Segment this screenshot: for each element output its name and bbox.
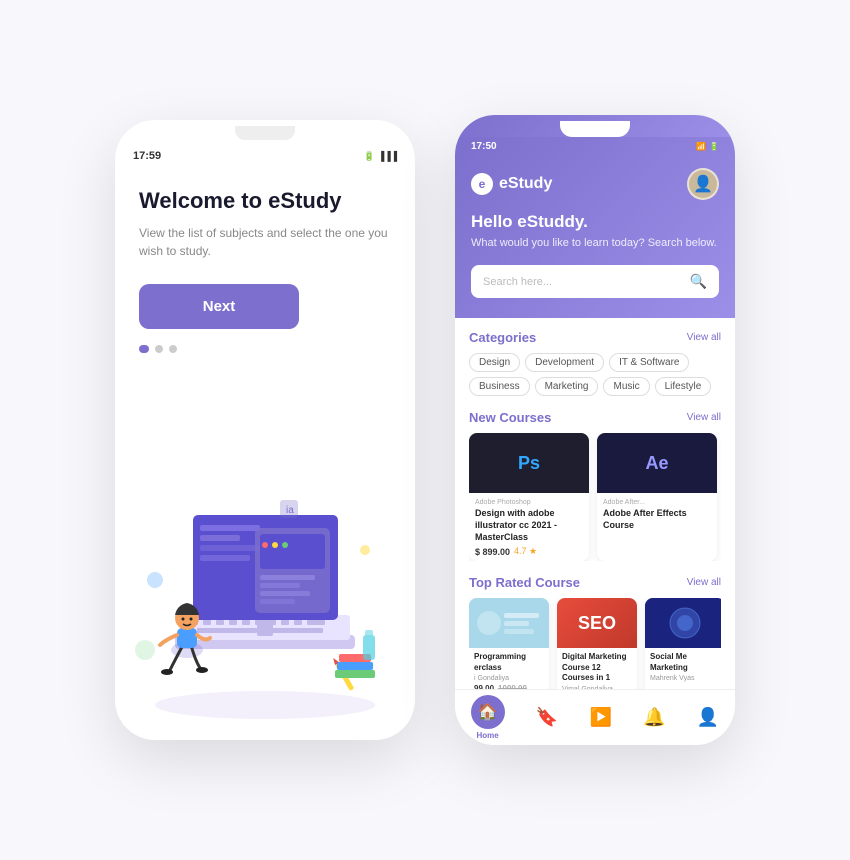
home-icon: 🏠 — [471, 695, 505, 729]
chip-it[interactable]: IT & Software — [609, 353, 689, 372]
welcome-subtitle: View the list of subjects and select the… — [139, 224, 391, 260]
p2-battery-icon: 🔋 — [709, 142, 719, 151]
nav-bookmark[interactable]: 🔖 — [536, 707, 558, 728]
greeting-text: Hello eStuddy. — [471, 212, 719, 232]
course-card-ae[interactable]: Ae Adobe After... Adobe After Effects Co… — [597, 433, 717, 561]
phone-estudy: 17:50 📶 🔋 e eStudy 👤 Hello eStuddy. What… — [455, 115, 735, 745]
video-icon: ▶️ — [590, 707, 612, 728]
top-rated-title: Top Rated Course — [469, 575, 580, 590]
new-courses-header: New Courses View all — [469, 410, 721, 425]
ps-icon: Ps — [518, 453, 540, 474]
bell-icon: 🔔 — [643, 707, 665, 728]
search-placeholder: Search here... — [483, 276, 552, 288]
subgreeting-text: What would you like to learn today? Sear… — [471, 236, 719, 251]
p2-status-icons: 📶 🔋 — [696, 142, 719, 151]
pagination-dots — [139, 345, 391, 353]
prog-author: i Gondaliya — [474, 675, 544, 682]
category-chips: Design Development IT & Software Busines… — [469, 353, 721, 396]
p2-notch — [560, 121, 630, 137]
profile-icon: 👤 — [697, 707, 719, 728]
nav-video[interactable]: ▶️ — [590, 707, 612, 728]
chip-development[interactable]: Development — [525, 353, 604, 372]
nav-bell[interactable]: 🔔 — [643, 707, 665, 728]
categories-title: Categories — [469, 330, 536, 345]
time-1: 17:59 — [133, 150, 161, 162]
status-bar-1: 17:59 🔋 ▐▐▐ — [115, 140, 415, 168]
top-rated-view-all[interactable]: View all — [687, 577, 721, 588]
svg-text:ia: ia — [286, 505, 294, 516]
p2-wifi-icon: 📶 — [696, 142, 706, 151]
social-thumb — [645, 598, 721, 648]
ps-thumb: Ps — [469, 433, 589, 493]
phone-welcome: 17:59 🔋 ▐▐▐ Welcome to eStudy View the l… — [115, 120, 415, 740]
ps-price-row: $ 899.00 4.7 ★ — [475, 546, 583, 557]
notch — [235, 126, 295, 140]
ps-price: $ 899.00 — [475, 547, 510, 557]
p1-content: Welcome to eStudy View the list of subje… — [115, 168, 415, 373]
chip-marketing[interactable]: Marketing — [535, 377, 599, 396]
signal-icon: ▐▐▐ — [378, 151, 397, 161]
bookmark-icon: 🔖 — [536, 707, 558, 728]
chip-lifestyle[interactable]: Lifestyle — [655, 377, 712, 396]
course-card-ps[interactable]: Ps Adobe Photoshop Design with adobe ill… — [469, 433, 589, 561]
next-button[interactable]: Next — [139, 284, 299, 329]
categories-header: Categories View all — [469, 330, 721, 345]
new-courses-row: Ps Adobe Photoshop Design with adobe ill… — [469, 433, 721, 561]
new-courses-title: New Courses — [469, 410, 551, 425]
scene: 17:59 🔋 ▐▐▐ Welcome to eStudy View the l… — [0, 0, 850, 860]
prog-thumb — [469, 598, 549, 648]
p2-notch-strip — [455, 115, 735, 137]
ae-thumb: Ae — [597, 433, 717, 493]
bottom-nav: 🏠 Home 🔖 ▶️ 🔔 👤 — [455, 689, 735, 745]
p2-header: 17:50 📶 🔋 e eStudy 👤 Hello eStuddy. What… — [455, 137, 735, 318]
illustration: ia — [115, 440, 415, 740]
nav-profile[interactable]: 👤 — [697, 707, 719, 728]
new-courses-view-all[interactable]: View all — [687, 412, 721, 423]
chip-design[interactable]: Design — [469, 353, 520, 372]
ae-info: Adobe After... Adobe After Effects Cours… — [597, 493, 717, 538]
dot-1 — [139, 345, 149, 353]
logo-icon: e — [471, 173, 493, 195]
logo-text: eStudy — [499, 175, 552, 193]
search-icon: 🔍 — [690, 273, 707, 290]
ps-title: Design with adobe illustrator cc 2021 - … — [475, 508, 583, 543]
p2-body: Categories View all Design Development I… — [455, 318, 735, 708]
chip-music[interactable]: Music — [603, 377, 649, 396]
ae-icon: Ae — [645, 453, 668, 474]
social-title: Social Me Marketing — [650, 652, 720, 673]
dot-3 — [169, 345, 177, 353]
battery-icon: 🔋 — [364, 151, 375, 162]
welcome-title: Welcome to eStudy — [139, 188, 391, 214]
nav-home-label: Home — [477, 731, 499, 740]
social-author: Mahrenk Vyas — [650, 675, 720, 682]
ps-sublabel: Adobe Photoshop — [475, 499, 583, 506]
top-rated-header: Top Rated Course View all — [469, 575, 721, 590]
user-avatar[interactable]: 👤 — [687, 168, 719, 200]
search-bar[interactable]: Search here... 🔍 — [471, 265, 719, 298]
p2-status-bar: 17:50 📶 🔋 — [471, 137, 719, 160]
seo-title: Digital Marketing Course 12 Courses in 1 — [562, 652, 632, 683]
ae-sublabel: Adobe After... — [603, 499, 711, 506]
prog-title: Programming erclass — [474, 652, 544, 673]
p2-logo: e eStudy — [471, 173, 552, 195]
seo-thumb: SEO — [557, 598, 637, 648]
ps-info: Adobe Photoshop Design with adobe illust… — [469, 493, 589, 561]
ae-title: Adobe After Effects Course — [603, 508, 711, 531]
p2-time: 17:50 — [471, 141, 497, 152]
nav-home[interactable]: 🏠 Home — [471, 695, 505, 740]
chip-business[interactable]: Business — [469, 377, 530, 396]
dot-2 — [155, 345, 163, 353]
ps-rating: 4.7 ★ — [514, 546, 537, 557]
categories-view-all[interactable]: View all — [687, 332, 721, 343]
p2-topbar: e eStudy 👤 — [471, 160, 719, 212]
notch-strip — [115, 120, 415, 140]
status-icons-1: 🔋 ▐▐▐ — [364, 151, 397, 162]
